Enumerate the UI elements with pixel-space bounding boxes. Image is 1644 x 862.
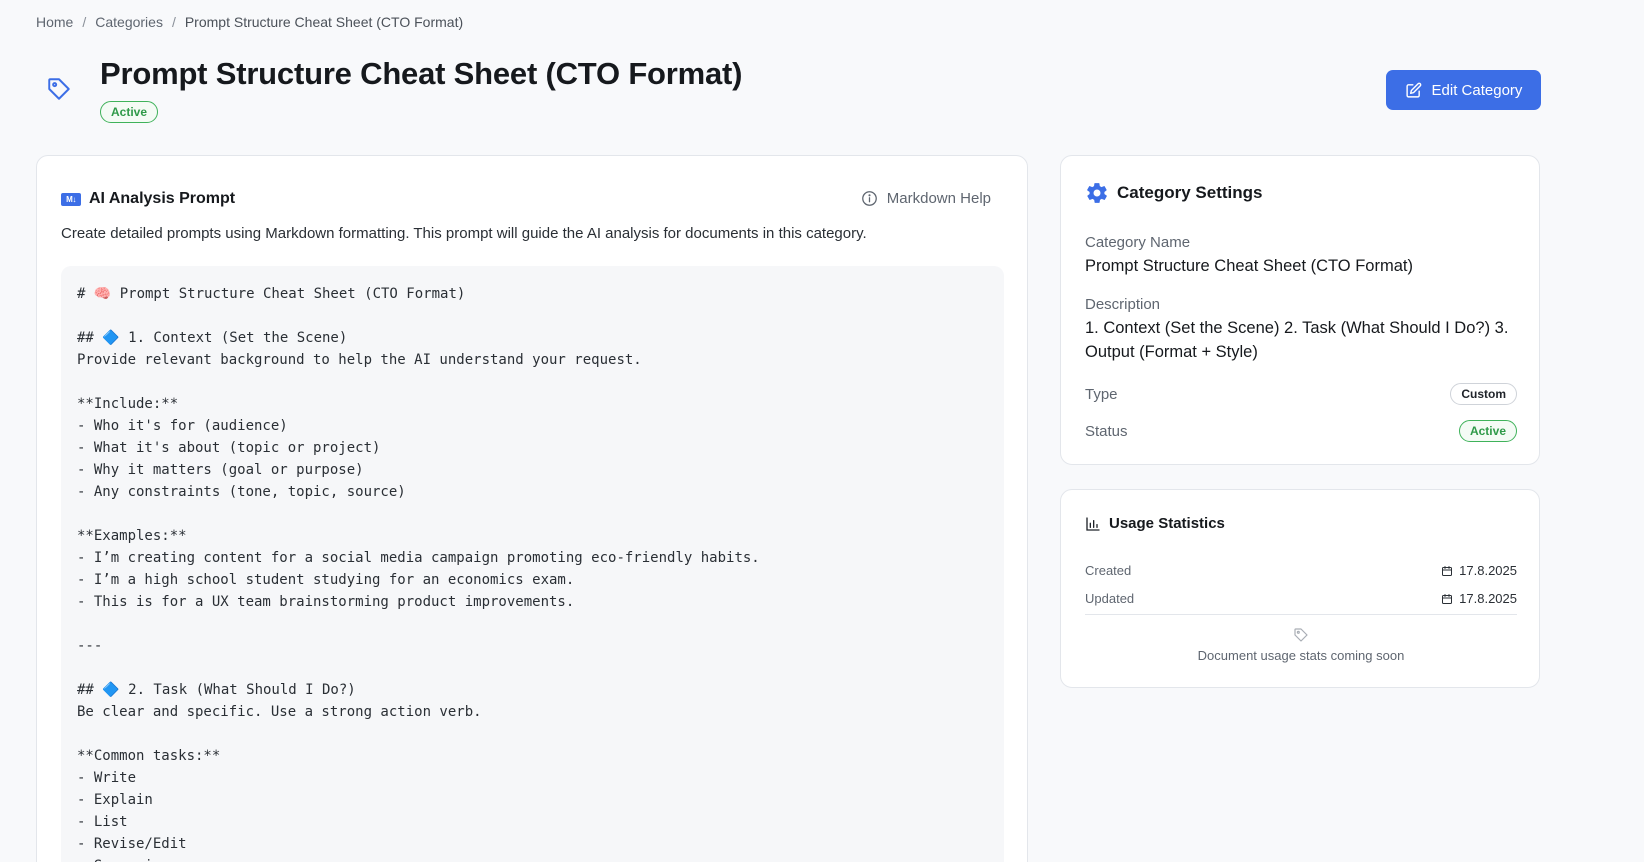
- bar-chart-icon: [1086, 516, 1100, 531]
- tag-icon: [1294, 628, 1308, 642]
- prompt-line: **Common tasks:**: [77, 748, 221, 764]
- prompt-line: [77, 371, 1004, 393]
- calendar-icon: [1442, 593, 1453, 604]
- prompt-line: [77, 723, 1004, 745]
- description-value: 1. Context (Set the Scene) 2. Task (What…: [1085, 319, 1509, 361]
- status-badge: Active: [100, 101, 159, 123]
- usage-statistics-card: Usage Statistics Created 17.8.2025 Updat…: [1060, 489, 1540, 688]
- stats-header: Usage Statistics: [1085, 515, 1225, 532]
- info-icon: [861, 191, 877, 206]
- created-value: 17.8.2025: [1459, 563, 1517, 578]
- prompt-line: ## 🔷 2. Task (What Should I Do?): [77, 682, 356, 698]
- prompt-line: - Explain: [77, 792, 153, 808]
- type-badge: Custom: [1450, 383, 1517, 405]
- category-settings-card: Category Settings Category Name Prompt S…: [1060, 155, 1540, 465]
- markdown-help-button[interactable]: Markdown Help: [861, 190, 991, 207]
- breadcrumb-categories[interactable]: Categories: [95, 14, 163, 30]
- status-badge: Active: [1458, 420, 1517, 442]
- prompt-description: Create detailed prompts using Markdown f…: [61, 225, 867, 242]
- markdown-icon: M↓: [61, 192, 81, 206]
- prompt-line: - List: [77, 814, 128, 830]
- updated-label: Updated: [1085, 591, 1135, 606]
- updated-value-wrap: 17.8.2025: [1441, 591, 1517, 606]
- calendar-icon: [1442, 565, 1453, 576]
- breadcrumb-current: Prompt Structure Cheat Sheet (CTO Format…: [184, 14, 464, 30]
- description-label: Description: [1085, 296, 1161, 313]
- created-value-wrap: 17.8.2025: [1441, 563, 1517, 578]
- status-row: Status Active: [1085, 420, 1517, 442]
- prompt-line: Provide relevant background to help the …: [77, 352, 642, 368]
- prompt-editor[interactable]: # 🧠 Prompt Structure Cheat Sheet (CTO Fo…: [61, 266, 1004, 862]
- breadcrumb: Home / Categories / Prompt Structure Che…: [36, 14, 463, 30]
- breadcrumb-separator: /: [82, 14, 87, 30]
- settings-title: Category Settings: [1117, 183, 1263, 202]
- markdown-help-label: Markdown Help: [886, 190, 991, 207]
- edit-icon: [1405, 82, 1421, 98]
- prompt-line: [77, 613, 1004, 635]
- type-label: Type: [1085, 385, 1118, 403]
- settings-header: Category Settings: [1085, 181, 1262, 205]
- prompt-line: - Any constraints (tone, topic, source): [77, 484, 406, 500]
- prompt-line: - What it's about (topic or project): [77, 440, 381, 456]
- prompt-line: **Include:**: [77, 396, 179, 412]
- prompt-line: - Who it's for (audience): [77, 418, 288, 434]
- ai-analysis-prompt-card: M↓ AI Analysis Prompt Markdown Help Crea…: [36, 155, 1028, 862]
- prompt-card-title: AI Analysis Prompt: [89, 190, 236, 207]
- prompt-line: - I’m a high school student studying for…: [77, 572, 575, 588]
- updated-value: 17.8.2025: [1459, 591, 1517, 606]
- prompt-line: - Why it matters (goal or purpose): [77, 462, 364, 478]
- breadcrumb-separator: /: [171, 14, 176, 30]
- prompt-line: # 🧠 Prompt Structure Cheat Sheet (CTO Fo…: [77, 286, 466, 302]
- prompt-line: ---: [77, 638, 103, 654]
- edit-category-label: Edit Category: [1431, 81, 1523, 99]
- category-name-value: Prompt Structure Cheat Sheet (CTO Format…: [1085, 257, 1413, 275]
- gear-icon: [1087, 183, 1107, 203]
- prompt-line: ## 🔷 1. Context (Set the Scene): [77, 330, 348, 346]
- prompt-line: - Summarize: [77, 855, 1004, 862]
- tag-icon: [48, 78, 70, 100]
- breadcrumb-home[interactable]: Home: [36, 14, 73, 30]
- updated-row: Updated 17.8.2025: [1085, 591, 1517, 606]
- prompt-line: - Revise/Edit: [77, 836, 187, 852]
- prompt-line: - Write: [77, 770, 137, 786]
- edit-category-button[interactable]: Edit Category: [1386, 70, 1541, 110]
- stats-coming-soon: Document usage stats coming soon: [1197, 648, 1405, 663]
- prompt-card-header: M↓ AI Analysis Prompt: [61, 190, 235, 208]
- prompt-line: [77, 305, 1004, 327]
- stats-title: Usage Statistics: [1109, 515, 1225, 532]
- prompt-line: - I’m creating content for a social medi…: [77, 550, 760, 566]
- category-name-label: Category Name: [1085, 234, 1191, 251]
- created-label: Created: [1085, 563, 1132, 578]
- prompt-line: [77, 657, 1004, 679]
- prompt-line: Be clear and specific. Use a strong acti…: [77, 704, 482, 720]
- status-label: Status: [1085, 422, 1128, 440]
- prompt-line: - This is for a UX team brainstorming pr…: [77, 594, 575, 610]
- stats-divider: [1085, 614, 1517, 615]
- created-row: Created 17.8.2025: [1085, 563, 1517, 578]
- prompt-editor-content: # 🧠 Prompt Structure Cheat Sheet (CTO Fo…: [61, 266, 1004, 862]
- page-title: Prompt Structure Cheat Sheet (CTO Format…: [100, 56, 743, 91]
- type-row: Type Custom: [1085, 383, 1517, 405]
- prompt-line: **Examples:**: [77, 528, 187, 544]
- prompt-line: [77, 503, 1004, 525]
